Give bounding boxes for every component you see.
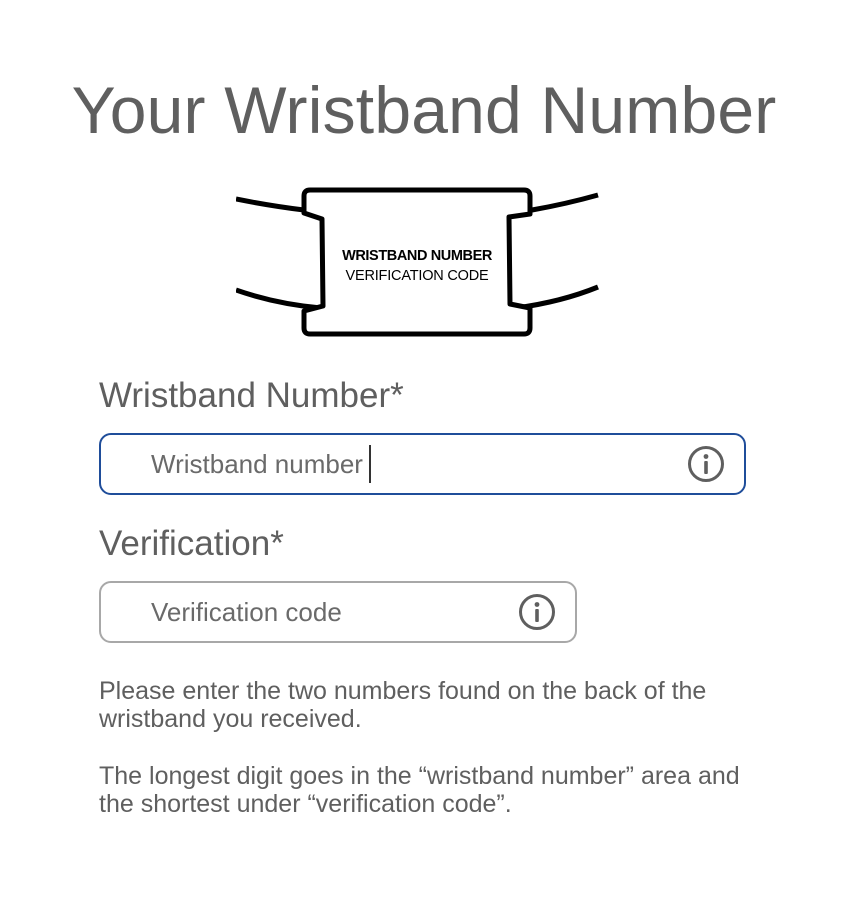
verification-code-field[interactable] bbox=[99, 581, 577, 643]
illustration-wristband-number-label: WRISTBAND NUMBER bbox=[342, 248, 493, 264]
help-text-digit-guidance: The longest digit goes in the “wristband… bbox=[99, 762, 740, 818]
text-cursor bbox=[369, 445, 371, 483]
verification-label: Verification* bbox=[99, 524, 284, 563]
illustration-verification-code-label: VERIFICATION CODE bbox=[346, 268, 489, 284]
page-title: Your Wristband Number bbox=[71, 73, 777, 147]
wristband-number-field[interactable] bbox=[99, 433, 746, 495]
info-icon[interactable] bbox=[518, 593, 556, 631]
wristband-number-label: Wristband Number* bbox=[99, 376, 404, 415]
help-text-instructions: Please enter the two numbers found on th… bbox=[99, 677, 707, 733]
verification-code-input[interactable] bbox=[151, 592, 518, 632]
wristband-number-input[interactable] bbox=[151, 444, 687, 484]
wristband-illustration: WRISTBAND NUMBER VERIFICATION CODE bbox=[236, 186, 600, 340]
info-icon[interactable] bbox=[687, 445, 725, 483]
